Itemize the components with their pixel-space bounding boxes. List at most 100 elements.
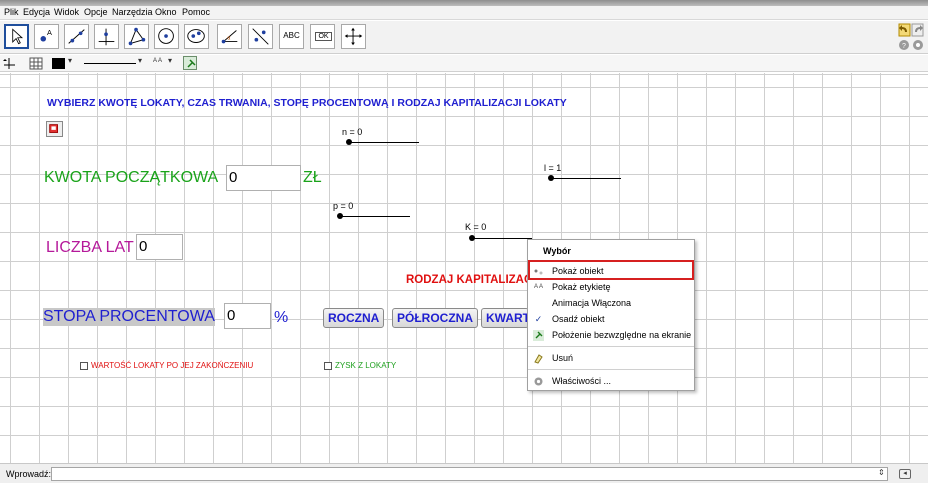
slider-p-track[interactable] xyxy=(340,216,410,217)
menu-item-polozenie-bezwzgledne[interactable]: Położenie bezwzględne na ekranie xyxy=(529,328,693,343)
reset-button[interactable] xyxy=(46,121,63,137)
menu-plik[interactable]: Plik xyxy=(4,7,19,17)
kwartalna-button[interactable]: KWART xyxy=(481,308,529,328)
slider-n-track[interactable] xyxy=(349,142,419,143)
stopa-label: STOPA PROCENTOWA xyxy=(43,308,215,326)
slider-k-handle[interactable] xyxy=(469,235,475,241)
redo-icon[interactable] xyxy=(911,23,924,37)
slider-p-label: p = 0 xyxy=(333,201,354,211)
svg-text:?: ? xyxy=(902,43,906,50)
slider-l-label: l = 1 xyxy=(544,163,562,173)
perpendicular-line-icon xyxy=(98,28,115,46)
menu-item-usun[interactable]: Usuń xyxy=(529,351,693,366)
polygon-tool-button[interactable] xyxy=(124,24,149,49)
polroczna-button[interactable]: PÓŁROCZNA xyxy=(392,308,478,328)
eraser-icon xyxy=(533,353,544,364)
checkmark-icon: ✓ xyxy=(534,314,543,324)
menu-item-label: Właściwości ... xyxy=(552,376,612,386)
angle-icon: α xyxy=(221,30,238,44)
ok-tool-label: OK xyxy=(315,32,332,41)
menu-opcje[interactable]: Opcje xyxy=(84,7,108,17)
show-label-icon: A A xyxy=(533,284,543,290)
circle-icon xyxy=(158,28,174,44)
menu-separator xyxy=(528,369,694,370)
axes-toggle-icon[interactable] xyxy=(3,58,15,69)
kapitalizacja-label: RODZAJ KAPITALIZAC xyxy=(406,274,533,286)
menu-item-label: Usuń xyxy=(552,353,574,363)
graphics-view[interactable]: WYBIERZ KWOTĘ LOKATY, CZAS TRWANIA, STOP… xyxy=(0,73,928,463)
line-tool-button[interactable] xyxy=(64,24,89,49)
angle-tool-button[interactable]: α xyxy=(217,24,242,49)
input-bar: Wprowadź: ⇕ ◂ xyxy=(0,463,928,483)
slider-k-track[interactable] xyxy=(472,238,532,239)
lata-input[interactable]: 0 xyxy=(136,234,183,260)
stopa-unit: % xyxy=(274,309,289,326)
svg-text:α: α xyxy=(227,36,231,42)
zysk-checkbox[interactable] xyxy=(324,362,332,370)
circle-tool-button[interactable] xyxy=(154,24,179,49)
instruction-text: WYBIERZ KWOTĘ LOKATY, CZAS TRWANIA, STOP… xyxy=(47,97,567,109)
settings-gear-icon[interactable] xyxy=(913,40,923,50)
slider-l-track[interactable] xyxy=(551,178,621,179)
highlight-box xyxy=(528,260,694,280)
menu-item-animacja[interactable]: Animacja Włączona xyxy=(529,296,693,311)
slider-n-handle[interactable] xyxy=(346,139,352,145)
color-dropdown-icon[interactable]: ▾ xyxy=(68,56,72,65)
wartosc-lokaty-label: WARTOŚĆ LOKATY PO JEJ ZAKOŃCZENIU xyxy=(91,361,254,370)
move-cross-icon xyxy=(344,27,363,46)
keyboard-toggle-icon[interactable]: ◂ xyxy=(899,469,911,479)
reflect-tool-button[interactable] xyxy=(248,24,273,49)
pin-icon xyxy=(187,59,196,68)
toolbar: A α ABC OK ? xyxy=(0,21,928,54)
absolute-position-toggle[interactable] xyxy=(183,56,197,70)
input-bar-field[interactable] xyxy=(51,467,888,481)
kwota-label: KWOTA POCZĄTKOWA xyxy=(44,169,219,186)
menu-item-label: Osadź obiekt xyxy=(552,314,605,324)
polygon-icon xyxy=(128,27,146,46)
slider-l-handle[interactable] xyxy=(548,175,554,181)
slider-p-handle[interactable] xyxy=(337,213,343,219)
reflect-line-icon xyxy=(252,28,269,45)
lata-label: LICZBA LAT xyxy=(46,239,134,256)
color-swatch[interactable] xyxy=(52,58,65,69)
help-icon[interactable]: ? xyxy=(899,40,909,50)
ellipse-icon xyxy=(187,29,205,43)
slider-k-label: K = 0 xyxy=(465,222,487,232)
menu-okno[interactable]: Okno xyxy=(155,7,177,17)
context-menu-title: Wybór xyxy=(543,246,571,256)
text-tool-button[interactable]: ABC xyxy=(279,24,304,49)
input-history-spinner-icon[interactable]: ⇕ xyxy=(878,468,885,477)
zysk-label: ZYSK Z LOKATY xyxy=(335,361,397,370)
menu-widok[interactable]: Widok xyxy=(54,7,79,17)
menu-item-label: Pokaż etykietę xyxy=(552,282,611,292)
conic-tool-button[interactable] xyxy=(184,24,209,49)
point-tool-button[interactable]: A xyxy=(34,24,59,49)
menu-edycja[interactable]: Edycja xyxy=(23,7,50,17)
undo-redo-group: ? xyxy=(898,23,924,53)
text-tool-label: ABC xyxy=(283,31,300,40)
menu-pomoc[interactable]: Pomoc xyxy=(182,7,210,17)
stopa-input[interactable]: 0 xyxy=(224,303,271,329)
undo-icon[interactable] xyxy=(898,23,911,37)
menu-item-label: Animacja Włączona xyxy=(552,298,632,308)
label-style-icon[interactable]: A A xyxy=(153,58,162,64)
line-icon xyxy=(68,29,85,44)
perpendicular-tool-button[interactable] xyxy=(94,24,119,49)
line-style-dropdown-icon[interactable]: ▾ xyxy=(138,56,142,65)
menu-item-osadz-obiekt[interactable]: ✓ Osadź obiekt xyxy=(529,312,693,327)
roczna-button[interactable]: ROCZNA xyxy=(323,308,385,328)
line-style-selector[interactable] xyxy=(84,63,136,64)
menu-narzedzia[interactable]: Narzędzia xyxy=(112,7,153,17)
point-icon: A xyxy=(40,28,52,42)
move-tool-button[interactable] xyxy=(4,24,29,49)
reset-icon xyxy=(49,124,58,133)
move-view-tool-button[interactable] xyxy=(341,24,366,49)
kwota-input[interactable]: 0 xyxy=(226,165,301,191)
grid-toggle-icon[interactable] xyxy=(29,57,43,70)
label-style-dropdown-icon[interactable]: ▾ xyxy=(168,56,172,65)
menu-item-pokaz-etykiete[interactable]: A A Pokaż etykietę xyxy=(529,280,693,295)
wartosc-lokaty-checkbox[interactable] xyxy=(80,362,88,370)
menu-item-wlasciwosci[interactable]: Właściwości ... xyxy=(529,374,693,389)
kwota-unit: ZŁ xyxy=(303,169,322,186)
slider-tool-button[interactable]: OK xyxy=(310,24,335,49)
